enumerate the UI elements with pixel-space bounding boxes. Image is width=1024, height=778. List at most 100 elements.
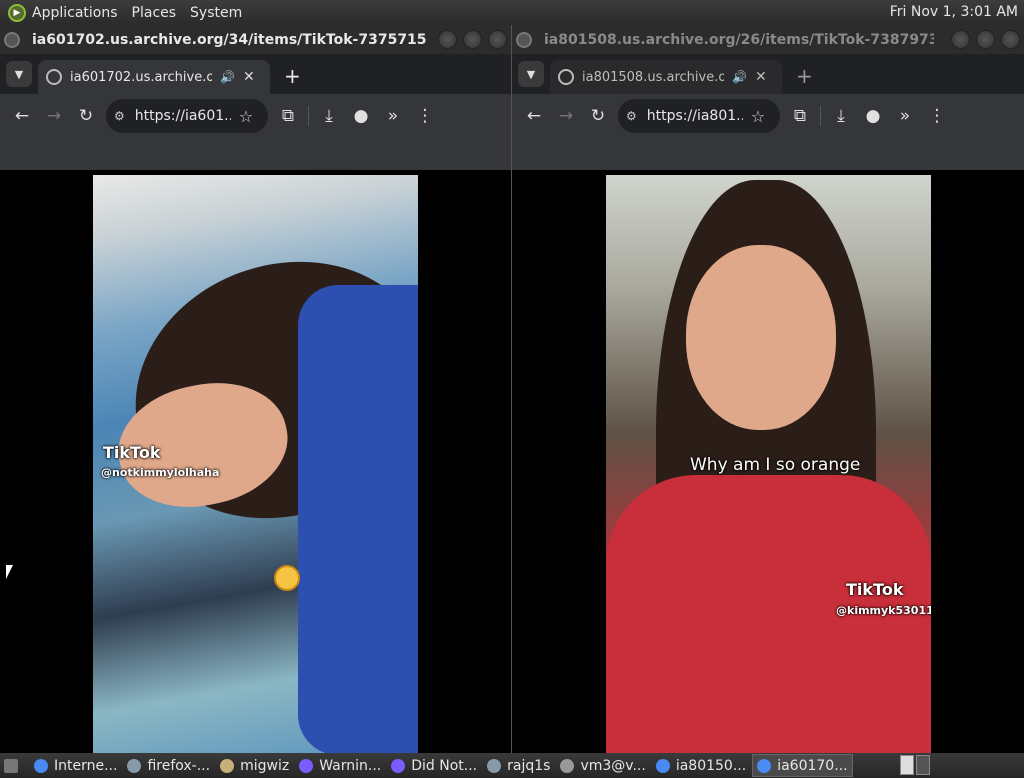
taskbar-item[interactable]: ia80150... [652, 754, 750, 777]
tab-search-chevron-icon[interactable]: ▼ [518, 61, 544, 87]
overflow-chevrons-icon[interactable]: » [377, 100, 409, 132]
forward-arrow-icon[interactable]: → [38, 100, 70, 132]
taskbar-item-label: vm3@v... [580, 757, 646, 774]
speaker-icon[interactable]: 🔊 [220, 70, 235, 84]
tab-label: ia601702.us.archive.org/3 [70, 69, 212, 85]
toolbar-separator [308, 106, 309, 126]
url-text[interactable]: https://ia601... [135, 108, 231, 124]
bookmark-star-icon[interactable]: ☆ [751, 107, 765, 126]
extensions-puzzle-icon[interactable]: ⧉ [272, 100, 304, 132]
bookmark-bar [0, 138, 511, 170]
kebab-menu-icon[interactable]: ⋮ [409, 100, 441, 132]
site-info-icon[interactable]: ⚙ [114, 109, 125, 123]
close-window-button[interactable] [1001, 30, 1020, 49]
back-arrow-icon[interactable]: ← [518, 100, 550, 132]
tab-label: ia801508.us.archive.org/ [582, 69, 724, 85]
taskbar-item-label: firefox-... [147, 757, 211, 774]
toolbar-separator [820, 106, 821, 126]
workspace-2[interactable] [916, 755, 930, 775]
show-desktop-button[interactable] [0, 754, 28, 777]
taskbar-item[interactable]: ia60170... [752, 754, 853, 777]
close-window-button[interactable] [488, 30, 507, 49]
video-player[interactable]: Why am I so orange TikTok @kimmyk53011 [606, 175, 931, 753]
window-titlebar[interactable]: ia801508.us.archive.org/26/items/TikTok-… [512, 25, 1024, 54]
taskbar-item-label: migwiz [240, 757, 290, 774]
taskbar-item[interactable]: firefox-... [123, 754, 214, 777]
profile-avatar-icon[interactable]: ● [857, 100, 889, 132]
taskbar-item-label: Interne... [54, 757, 118, 774]
gnome-foot-icon[interactable]: ▶ [8, 3, 26, 22]
places-menu[interactable]: Places [132, 5, 177, 21]
chrome-icon [757, 758, 772, 773]
close-tab-icon[interactable]: ✕ [755, 69, 767, 85]
reload-icon[interactable]: ↻ [582, 100, 614, 132]
folder-icon [220, 758, 235, 773]
page-content: Why am I so orange TikTok @kimmyk53011 [512, 175, 1024, 753]
download-icon[interactable]: ⤓ [313, 100, 345, 132]
video-player[interactable]: TikTok @notkimmylolhaha [93, 175, 418, 753]
bookmark-star-icon[interactable]: ☆ [239, 107, 253, 126]
speaker-icon[interactable]: 🔊 [732, 70, 747, 84]
url-text[interactable]: https://ia801... [647, 108, 743, 124]
address-bar[interactable]: ⚙ https://ia601... ☆ [106, 99, 268, 133]
maximize-button[interactable] [463, 30, 482, 49]
tiktok-watermark: TikTok [103, 443, 161, 462]
minimize-button[interactable] [951, 30, 970, 49]
firefox-icon [299, 758, 314, 773]
window-title: ia801508.us.archive.org/26/items/TikTok-… [544, 31, 934, 48]
reload-icon[interactable]: ↻ [70, 100, 102, 132]
site-info-icon[interactable]: ⚙ [626, 109, 637, 123]
chrome-icon [655, 758, 670, 773]
globe-icon [558, 69, 574, 85]
taskbar-item[interactable]: Warnin... [295, 754, 385, 777]
tab-strip: ▼ ia601702.us.archive.org/3 🔊 ✕ + [0, 54, 511, 94]
minimize-button[interactable] [438, 30, 457, 49]
taskbar-item[interactable]: rajq1s [483, 754, 554, 777]
window-titlebar[interactable]: ia601702.us.archive.org/34/items/TikTok-… [0, 25, 511, 54]
top-panel: ▶ Applications Places System Fri Nov 1, … [0, 0, 1024, 25]
tab-archive[interactable]: ia801508.us.archive.org/ 🔊 ✕ [550, 60, 782, 94]
tab-strip: ▼ ia801508.us.archive.org/ 🔊 ✕ + [512, 54, 1024, 94]
forward-arrow-icon[interactable]: → [550, 100, 582, 132]
left-browser-window: ia601702.us.archive.org/34/items/TikTok-… [0, 25, 511, 753]
download-icon[interactable]: ⤓ [825, 100, 857, 132]
window-menu-icon[interactable] [4, 31, 20, 48]
tiktok-watermark: TikTok [846, 580, 904, 599]
tab-archive[interactable]: ia601702.us.archive.org/3 🔊 ✕ [38, 60, 270, 94]
scream-emoji-icon [274, 565, 300, 591]
back-arrow-icon[interactable]: ← [6, 100, 38, 132]
new-tab-plus-icon[interactable]: + [284, 64, 301, 88]
close-tab-icon[interactable]: ✕ [243, 69, 255, 85]
clock[interactable]: Fri Nov 1, 3:01 AM [890, 4, 1018, 20]
taskbar-item[interactable]: vm3@v... [556, 754, 649, 777]
maximize-button[interactable] [976, 30, 995, 49]
taskbar-item[interactable]: migwiz [216, 754, 293, 777]
taskbar-item-label: ia60170... [777, 757, 848, 774]
taskbar-item[interactable]: Did Not... [387, 754, 481, 777]
applications-menu[interactable]: Applications [32, 5, 118, 21]
workspace-1[interactable] [900, 755, 914, 775]
taskbar-item-label: Did Not... [411, 757, 478, 774]
browser-toolbar: ← → ↻ ⚙ https://ia601... ☆ ⧉ ⤓ ● » ⋮ [0, 94, 511, 138]
new-tab-plus-icon[interactable]: + [796, 64, 813, 88]
profile-avatar-icon[interactable]: ● [345, 100, 377, 132]
window-menu-icon[interactable] [516, 31, 532, 48]
desktop-icon [4, 758, 18, 773]
mouse-cursor-icon [6, 565, 13, 579]
tab-search-chevron-icon[interactable]: ▼ [6, 61, 32, 87]
firefox-icon [391, 758, 406, 773]
video-face-shape [686, 245, 836, 430]
overflow-chevrons-icon[interactable]: » [889, 100, 921, 132]
window-title: ia601702.us.archive.org/34/items/TikTok-… [32, 31, 427, 48]
bookmark-bar [512, 138, 1024, 170]
system-menu[interactable]: System [190, 5, 242, 21]
workspace-pager [900, 755, 930, 775]
extensions-puzzle-icon[interactable]: ⧉ [784, 100, 816, 132]
video-caption: Why am I so orange [690, 455, 861, 475]
video-shirt-shape [298, 285, 418, 753]
bottom-taskbar: Interne... firefox-... migwiz Warnin... Did … [0, 753, 1024, 778]
kebab-menu-icon[interactable]: ⋮ [921, 100, 953, 132]
globe-icon [46, 69, 62, 85]
taskbar-item[interactable]: Interne... [30, 754, 121, 777]
address-bar[interactable]: ⚙ https://ia801... ☆ [618, 99, 780, 133]
